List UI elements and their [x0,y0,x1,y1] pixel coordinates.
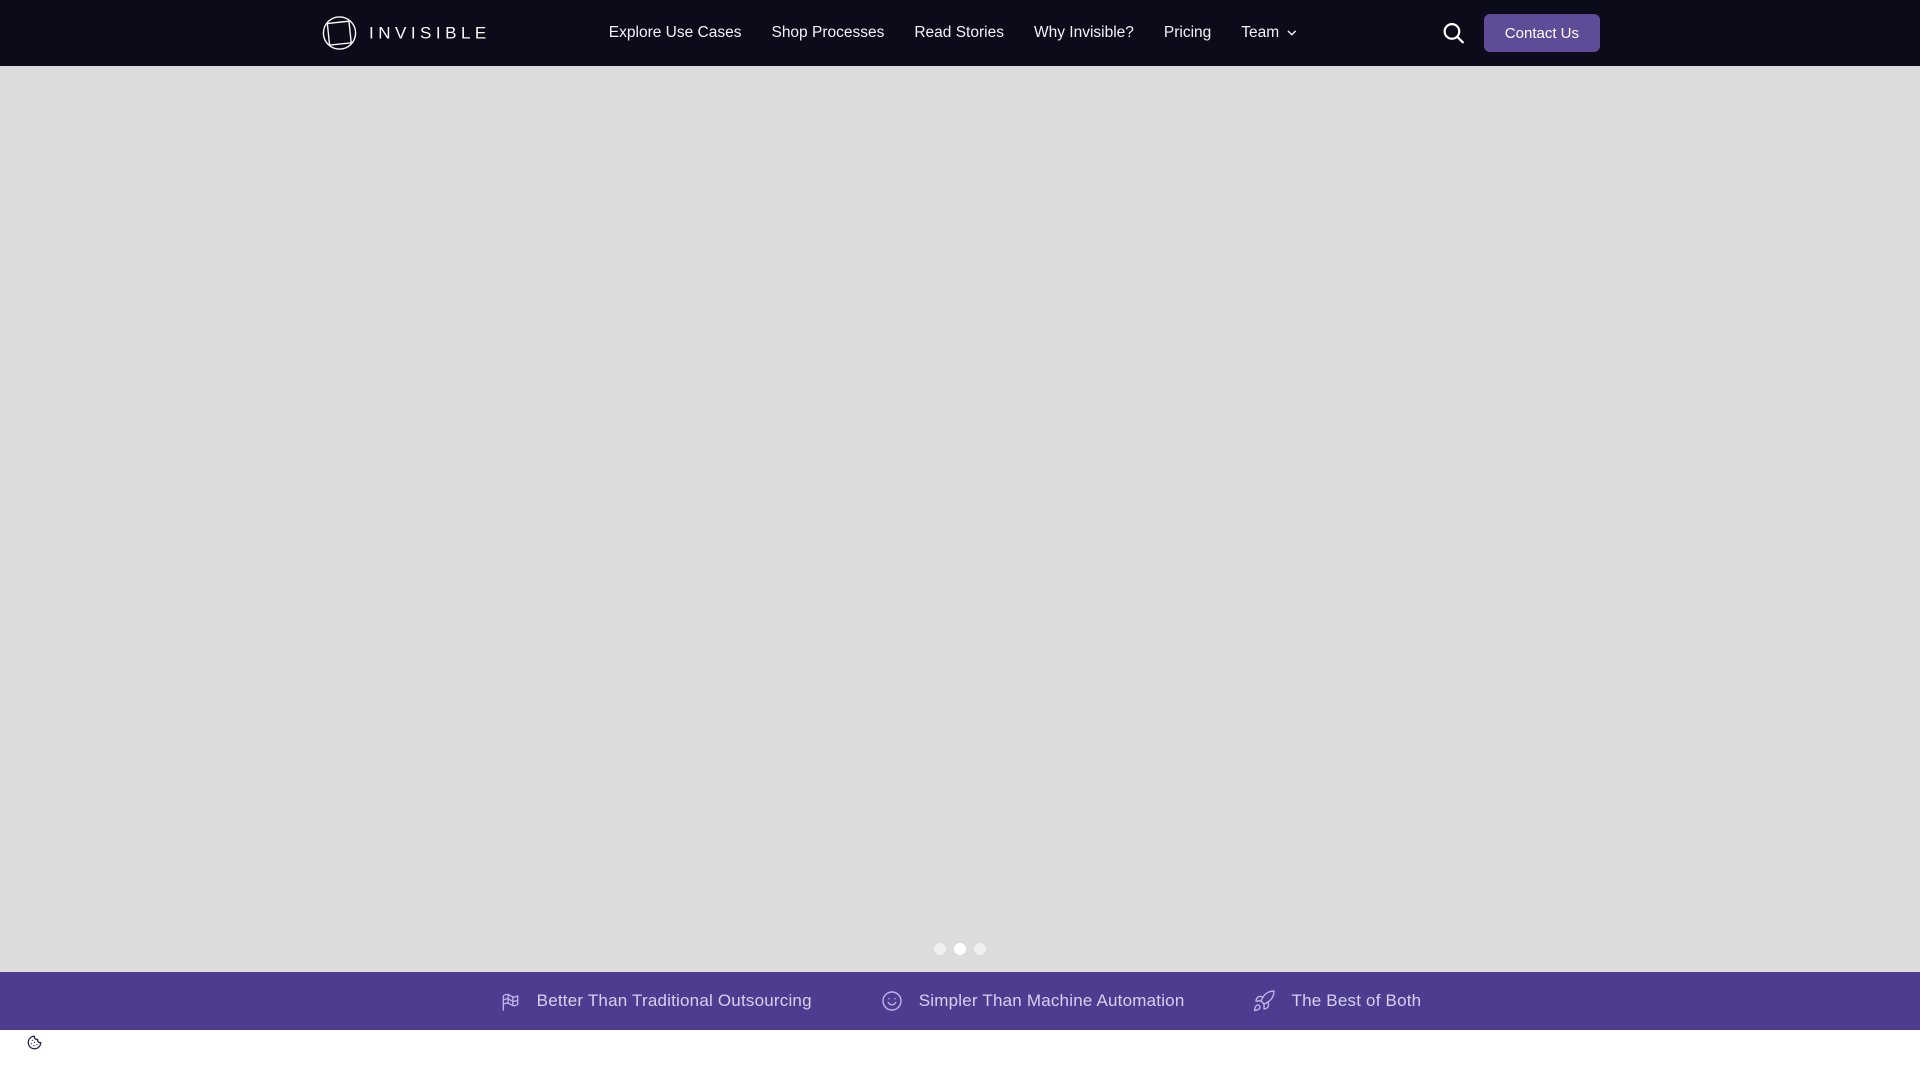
banner-label: The Best of Both [1291,991,1422,1010]
chevron-down-icon [1285,26,1299,40]
rocket-icon [1252,989,1276,1013]
top-nav-bar: INVISIBLE Explore Use Cases Shop Process… [0,0,1920,66]
search-icon [1441,23,1466,49]
banner-label: Simpler Than Machine Automation [918,991,1185,1010]
page: INVISIBLE Explore Use Cases Shop Process… [0,0,1920,1080]
banner-item-automation: Simpler Than Machine Automation [880,989,1185,1013]
carousel-dot-3[interactable] [974,943,986,955]
value-props-banner: Better Than Traditional Outsourcing Simp… [0,972,1920,1030]
hero-carousel-slide [0,66,1920,972]
banner-label: Better Than Traditional Outsourcing [536,991,812,1010]
cookie-icon [27,1035,42,1053]
flag-checkered-icon [499,990,522,1013]
contact-us-button[interactable]: Contact Us [1483,14,1600,52]
carousel-dots [934,943,986,955]
primary-nav: Explore Use Cases Shop Processes Read St… [609,0,1299,66]
bottom-strip [0,1030,1920,1080]
banner-item-outsourcing: Better Than Traditional Outsourcing [499,990,812,1013]
nav-item-team-label: Team [1241,24,1280,42]
cookie-consent-button[interactable] [27,1035,42,1050]
carousel-dot-1[interactable] [934,943,946,955]
nav-item-read-stories[interactable]: Read Stories [914,25,1004,41]
nav-item-pricing[interactable]: Pricing [1164,25,1211,41]
nav-item-team[interactable]: Team [1241,25,1299,41]
brand-logo-link[interactable]: INVISIBLE [321,15,491,52]
banner-item-best-of-both: The Best of Both [1252,989,1421,1013]
nav-item-explore-use-cases[interactable]: Explore Use Cases [609,25,742,41]
brand-wordmark: INVISIBLE [369,23,491,43]
brand-logo-icon [321,15,358,52]
nav-item-why-invisible[interactable]: Why Invisible? [1034,25,1134,41]
smiley-icon [880,989,904,1013]
carousel-dot-2-active[interactable] [954,943,966,955]
nav-item-shop-processes[interactable]: Shop Processes [771,25,884,41]
search-button[interactable] [1439,19,1468,48]
